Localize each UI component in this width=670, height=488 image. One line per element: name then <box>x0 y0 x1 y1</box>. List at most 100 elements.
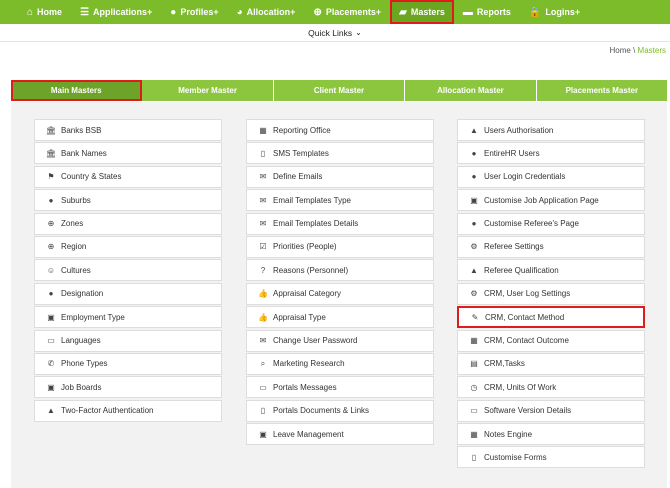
master-item-label: Marketing Research <box>273 359 345 369</box>
master-item-two-factor-authentication[interactable]: ▲ Two-Factor Authentication <box>34 399 222 422</box>
master-item-label: Customise Referee's Page <box>484 219 579 229</box>
envelope-icon: ✉ <box>259 336 267 346</box>
master-item-crm-contact-method[interactable]: ✎ CRM, Contact Method <box>457 306 645 329</box>
calendar-icon: ▦ <box>470 336 478 346</box>
master-item-leave-management[interactable]: ▣ Leave Management <box>246 423 434 446</box>
master-item-label: Country & States <box>61 172 122 182</box>
master-item-country-states[interactable]: ⚑ Country & States <box>34 165 222 188</box>
th-large-icon: ▦ <box>470 429 478 439</box>
nav-applications[interactable]: ☰ Applications+ <box>71 0 161 24</box>
master-item-label: CRM, User Log Settings <box>484 289 571 299</box>
masters-column-3: ▲ Users Authorisation ● EntireHR Users ● User… <box>457 119 645 470</box>
master-item-entirehr-users[interactable]: ● EntireHR Users <box>457 142 645 165</box>
master-item-label: SMS Templates <box>273 148 329 158</box>
master-item-crm-user-log-settings[interactable]: ⚙ CRM, User Log Settings <box>457 282 645 305</box>
master-item-portals-documents-links[interactable]: ▯ Portals Documents & Links <box>246 399 434 422</box>
mobile-icon: ▯ <box>260 148 266 158</box>
master-item-email-templates-type[interactable]: ✉ Email Templates Type <box>246 189 434 212</box>
master-item-portals-messages[interactable]: ▭ Portals Messages <box>246 376 434 399</box>
file-icon: ▯ <box>471 452 477 462</box>
top-navigation-bar: ⌂ Home ☰ Applications+ ● Profiles+ ◕ Allocation… <box>0 0 670 24</box>
language-icon: ▭ <box>47 336 55 346</box>
master-item-sms-templates[interactable]: ▯ SMS Templates <box>246 142 434 165</box>
master-item-customise-job-application-page[interactable]: ▣ Customise Job Application Page <box>457 189 645 212</box>
tab-placements-master[interactable]: Placements Master <box>536 80 668 101</box>
master-item-job-boards[interactable]: ▣ Job Boards <box>34 376 222 399</box>
nav-allocation[interactable]: ◕ Allocation+ <box>228 0 305 24</box>
master-item-label: Leave Management <box>273 429 344 439</box>
tab-member-master[interactable]: Member Master <box>142 80 274 101</box>
master-item-referee-settings[interactable]: ⚙ Referee Settings <box>457 235 645 258</box>
nav-label: Home <box>37 7 63 17</box>
tab-client-master[interactable]: Client Master <box>273 80 406 101</box>
list-alt-icon: ▤ <box>470 359 478 369</box>
master-item-cultures[interactable]: ☺ Cultures <box>34 259 222 282</box>
master-item-label: Change User Password <box>273 336 358 346</box>
nav-profiles[interactable]: ● Profiles+ <box>161 0 227 24</box>
pie-chart-icon: ◕ <box>236 6 243 18</box>
masters-panel: 🏛 Banks BSB 🏛 Bank Names ⚑ Country & States ● S… <box>11 102 667 488</box>
master-item-label: Suburbs <box>61 195 91 205</box>
master-item-label: Appraisal Type <box>273 312 326 322</box>
master-item-crm-tasks[interactable]: ▤ CRM,Tasks <box>457 352 645 375</box>
nav-logins[interactable]: 🔒 Logins+ <box>520 0 589 24</box>
master-item-designation[interactable]: ● Designation <box>34 282 222 305</box>
master-item-label: CRM, Units Of Work <box>484 382 557 392</box>
master-item-label: Phone Types <box>61 359 108 369</box>
user-plus-icon: ● <box>471 219 477 229</box>
master-item-notes-engine[interactable]: ▦ Notes Engine <box>457 423 645 446</box>
quick-links-toggle[interactable]: Quick Links ⌄ <box>0 24 670 42</box>
master-item-label: Customise Forms <box>484 452 547 462</box>
question-circle-icon: ? <box>260 265 266 275</box>
master-item-reasons-personnel[interactable]: ? Reasons (Personnel) <box>246 259 434 282</box>
cogs-icon: ⚙ <box>470 242 478 252</box>
master-item-reporting-office[interactable]: ▦ Reporting Office <box>246 119 434 141</box>
master-item-priorities-people[interactable]: ☑ Priorities (People) <box>246 235 434 258</box>
nav-masters[interactable]: ▰ Masters <box>390 0 454 24</box>
master-item-referee-qualification[interactable]: ▲ Referee Qualification <box>457 259 645 282</box>
master-item-zones[interactable]: ⊕ Zones <box>34 212 222 235</box>
master-item-label: Notes Engine <box>484 429 533 439</box>
master-item-define-emails[interactable]: ✉ Define Emails <box>246 165 434 188</box>
master-item-marketing-research[interactable]: ⌕ Marketing Research <box>246 352 434 375</box>
graduation-cap-icon: ▲ <box>470 265 478 275</box>
master-item-label: Define Emails <box>273 172 323 182</box>
master-item-languages[interactable]: ▭ Languages <box>34 329 222 352</box>
user-icon: ● <box>471 172 477 182</box>
master-item-users-authorisation[interactable]: ▲ Users Authorisation <box>457 119 645 141</box>
breadcrumb-home-link[interactable]: Home <box>610 46 631 55</box>
tab-allocation-master[interactable]: Allocation Master <box>405 80 537 101</box>
nav-label: Placements+ <box>325 7 382 17</box>
master-item-suburbs[interactable]: ● Suburbs <box>34 189 222 212</box>
master-item-label: Employment Type <box>61 312 125 322</box>
thumbs-up-icon: 👍 <box>258 312 268 322</box>
nav-placements[interactable]: ⊕ Placements+ <box>304 0 390 24</box>
master-item-software-version-details[interactable]: ▭ Software Version Details <box>457 399 645 422</box>
briefcase-icon: ▣ <box>259 429 267 439</box>
nav-reports[interactable]: ▬ Reports <box>454 0 520 24</box>
check-square-icon: ☑ <box>259 242 267 252</box>
master-item-banks-bsb[interactable]: 🏛 Banks BSB <box>34 119 222 141</box>
master-item-user-login-credentials[interactable]: ● User Login Credentials <box>457 165 645 188</box>
master-item-label: Appraisal Category <box>273 289 342 299</box>
master-item-appraisal-type[interactable]: 👍 Appraisal Type <box>246 306 434 329</box>
master-item-email-templates-details[interactable]: ✉ Email Templates Details <box>246 212 434 235</box>
master-item-phone-types[interactable]: ✆ Phone Types <box>34 352 222 375</box>
master-item-bank-names[interactable]: 🏛 Bank Names <box>34 142 222 165</box>
master-item-customise-forms[interactable]: ▯ Customise Forms <box>457 446 645 469</box>
master-item-region[interactable]: ⊕ Region <box>34 235 222 258</box>
paint-brush-icon: ✎ <box>471 312 479 322</box>
user-icon: ● <box>170 6 177 18</box>
master-item-crm-units-of-work[interactable]: ◷ CRM, Units Of Work <box>457 376 645 399</box>
tab-main-masters[interactable]: Main Masters <box>11 80 143 101</box>
master-item-appraisal-category[interactable]: 👍 Appraisal Category <box>246 282 434 305</box>
nav-label: Applications+ <box>93 7 153 17</box>
master-item-label: Referee Qualification <box>484 265 559 275</box>
nav-home[interactable]: ⌂ Home <box>18 0 71 24</box>
master-item-change-user-password[interactable]: ✉ Change User Password <box>246 329 434 352</box>
master-item-crm-contact-outcome[interactable]: ▦ CRM, Contact Outcome <box>457 329 645 352</box>
master-item-employment-type[interactable]: ▣ Employment Type <box>34 306 222 329</box>
master-item-label: CRM, Contact Method <box>485 312 565 322</box>
master-item-customise-referee-s-page[interactable]: ● Customise Referee's Page <box>457 212 645 235</box>
master-item-label: Languages <box>61 336 101 346</box>
